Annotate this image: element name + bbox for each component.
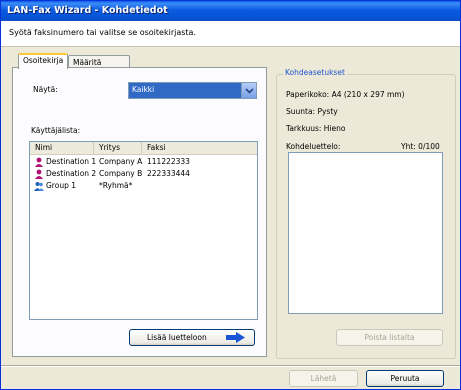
row-company: Company B [99,169,143,178]
table-row[interactable]: Destination 1 Company A 111222333 [30,156,257,167]
add-to-list-button[interactable]: Lisää luetteloon [129,329,255,346]
row-company: *Ryhmä* [99,181,133,190]
wizard-window: LAN-Fax Wizard - Kohdetiedot Syötä faksi… [0,0,461,390]
title-bar[interactable]: LAN-Fax Wizard - Kohdetiedot [1,1,460,21]
user-list[interactable]: Nimi Yritys Faksi Destination 1 Company … [29,141,258,320]
footer-divider [1,365,460,367]
table-row[interactable]: Group 1 *Ryhmä* [30,180,257,191]
arrow-right-icon [226,332,245,343]
send-button[interactable]: Lähetä [289,370,358,387]
column-header-name[interactable]: Nimi [30,142,94,154]
row-company: Company A [99,157,143,166]
column-header-fax[interactable]: Faksi [142,142,257,154]
filter-label: Näytä: [33,85,58,94]
destination-list-label: Kohdeluettelo: [286,142,341,151]
remove-from-list-button[interactable]: Poista listalta [336,329,443,346]
cancel-button[interactable]: Peruuta [366,370,444,387]
row-fax: 111222333 [147,157,190,166]
table-row[interactable]: Destination 2 Company B 222333444 [30,168,257,179]
add-to-list-label: Lisää luetteloon [147,333,207,342]
instruction-text: Syötä faksinumero tai valitse se osoitek… [9,28,196,37]
user-list-label: Käyttäjälista: [31,126,81,135]
group-icon [34,182,44,191]
user-list-header: Nimi Yritys Faksi [30,142,257,155]
orientation-text: Suunta: Pysty [286,107,338,116]
column-header-company[interactable]: Yritys [94,142,142,154]
paper-size-text: Paperikoko: A4 (210 x 297 mm) [286,90,405,99]
tab-address-book[interactable]: Osoitekirja [18,53,68,69]
row-name: Destination 2 [46,169,97,178]
resolution-text: Tarkkuus: Hieno [286,124,346,133]
filter-selected-value: Kaikki [132,85,155,94]
row-fax: 222333444 [147,169,190,178]
row-name: Destination 1 [46,157,97,166]
person-icon [35,157,43,167]
filter-dropdown[interactable]: Kaikki [128,82,257,99]
instruction-area: Syötä faksinumero tai valitse se osoitek… [1,21,460,47]
destination-total: Yht: 0/100 [401,142,440,151]
chevron-down-icon[interactable] [241,83,256,98]
row-name: Group 1 [46,181,76,190]
person-icon [35,169,43,179]
destination-list[interactable] [288,152,443,314]
destination-settings-title: Kohdeasetukset [283,68,347,77]
